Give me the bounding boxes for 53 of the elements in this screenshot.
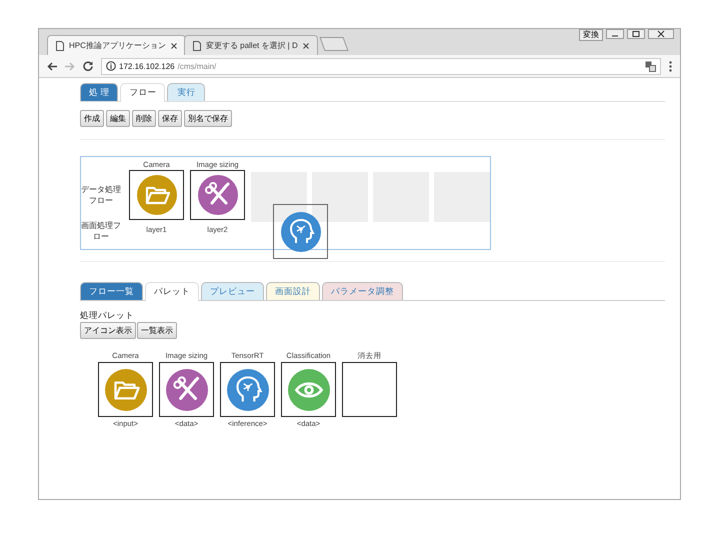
- tab[interactable]: パラメータ調整: [322, 282, 403, 300]
- row-label: 画面処理フロー: [81, 220, 121, 242]
- tab[interactable]: フロー一覧: [80, 282, 143, 300]
- window-control[interactable]: 変換: [579, 29, 603, 41]
- tab[interactable]: 処 理: [80, 83, 118, 101]
- palette-item[interactable]: [281, 362, 336, 417]
- browser-tab[interactable]: HPC推論アプリケーション: [47, 35, 186, 55]
- maximize-icon[interactable]: [627, 29, 645, 39]
- row-label: データ処理フロー: [81, 184, 121, 206]
- dragged-node[interactable]: [273, 204, 328, 259]
- menu-icon[interactable]: [669, 60, 672, 72]
- flow-node[interactable]: [190, 170, 245, 220]
- tab[interactable]: プレビュー: [201, 282, 264, 300]
- page-icon: [192, 40, 201, 50]
- scissors-pencil-icon: [166, 368, 208, 410]
- tab[interactable]: パレット: [145, 282, 199, 301]
- empty-slot[interactable]: [312, 172, 368, 222]
- eye-icon: [288, 368, 330, 410]
- head-network-icon: [280, 212, 320, 252]
- tab[interactable]: 実行: [167, 83, 206, 101]
- folder-icon: [104, 368, 146, 410]
- palette-item[interactable]: [98, 362, 153, 417]
- folder-icon: [136, 175, 176, 215]
- address-bar[interactable]: 172.16.102.126 /cms/main/: [101, 58, 661, 74]
- back-icon[interactable]: [47, 62, 57, 70]
- flow-node[interactable]: [129, 170, 184, 220]
- tab[interactable]: 画面設計: [266, 282, 320, 300]
- view-button[interactable]: アイコン表示: [80, 322, 136, 339]
- browser-tab[interactable]: 変更する pallet を選択 | D: [184, 35, 318, 55]
- close-icon[interactable]: [648, 29, 674, 39]
- info-icon: [106, 61, 116, 71]
- action-button[interactable]: 保存: [158, 110, 182, 127]
- translate-icon[interactable]: [645, 60, 656, 72]
- close-icon[interactable]: [170, 42, 177, 48]
- minimize-icon[interactable]: [606, 29, 624, 39]
- head-network-icon: [226, 368, 268, 410]
- page-icon: [56, 40, 64, 50]
- tab-title: 変更する pallet を選択 | D: [206, 40, 298, 51]
- action-button[interactable]: 削除: [132, 110, 156, 127]
- scissors-pencil-icon: [198, 175, 238, 215]
- action-button[interactable]: 作成: [80, 110, 104, 127]
- empty-slot[interactable]: [250, 172, 306, 222]
- palette-item[interactable]: [220, 362, 275, 417]
- palette-item[interactable]: [342, 362, 397, 417]
- tab-title: HPC推論アプリケーション: [69, 40, 166, 51]
- palette-title: 処理パレット: [80, 310, 135, 322]
- palette-item[interactable]: [159, 362, 214, 417]
- action-button[interactable]: 別名で保存: [184, 110, 232, 127]
- close-icon[interactable]: [302, 42, 309, 48]
- tab[interactable]: フロー: [120, 83, 166, 102]
- reload-icon[interactable]: [83, 61, 93, 71]
- action-button[interactable]: 編集: [106, 110, 130, 127]
- view-button[interactable]: 一覧表示: [137, 322, 177, 339]
